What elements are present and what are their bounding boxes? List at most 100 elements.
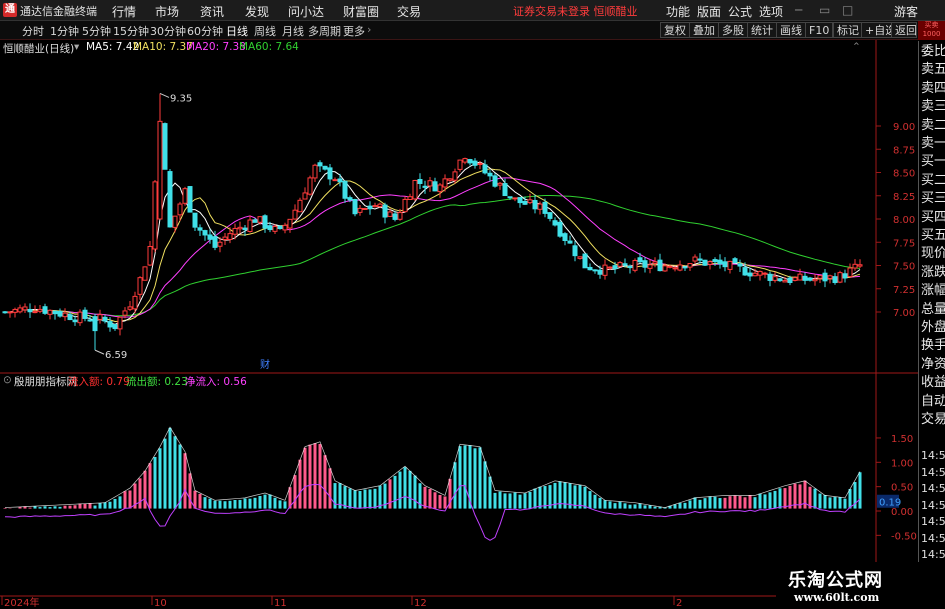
candle-body [512, 197, 518, 200]
menu-gongshi[interactable]: 公式 [728, 3, 752, 20]
side-panel-label[interactable]: 自动 [921, 393, 945, 411]
candle-body [592, 269, 598, 272]
candle-body [157, 120, 163, 220]
fuquan-button[interactable]: 复权 [660, 22, 690, 38]
candle-body [317, 162, 323, 167]
menu-shichang[interactable]: 市场 [155, 3, 179, 20]
chevron-right-icon[interactable]: › [367, 23, 371, 36]
side-panel-label: 卖四 [921, 80, 945, 96]
menu-youke[interactable]: 游客 [894, 3, 918, 20]
candle-body [307, 177, 313, 195]
candle-body [262, 215, 268, 229]
menu-wenxiaoda[interactable]: 问小达 [288, 3, 324, 20]
candle-body [477, 162, 483, 165]
candle-body [577, 256, 583, 259]
restore-icon[interactable]: ▭ [819, 3, 830, 17]
app-title: 通达信金融终端 [20, 5, 97, 18]
f10-button[interactable]: F10 [805, 22, 834, 38]
tab-1min[interactable]: 1分钟 [50, 23, 79, 39]
candle-body [412, 179, 418, 200]
side-panel-label: 卖三 [921, 99, 945, 115]
candle-body [792, 277, 798, 281]
menu-zixun[interactable]: 资讯 [200, 3, 224, 20]
menu-banmian[interactable]: 版面 [697, 3, 721, 20]
menu-jiaoyi[interactable]: 交易 [397, 3, 421, 20]
candle-body [687, 263, 693, 268]
fullscreen-icon[interactable]: □ [842, 3, 853, 17]
candle-body [342, 180, 348, 199]
candle-body [677, 264, 683, 271]
tab-60min[interactable]: 60分钟 [187, 23, 223, 39]
collapse-icon[interactable]: ⌃ [852, 41, 861, 53]
tab-monthly[interactable]: 月线 [282, 23, 304, 39]
candle-body [107, 321, 113, 328]
menu-gongneng[interactable]: 功能 [666, 3, 690, 20]
dropdown-icon[interactable]: ▾ [74, 41, 79, 53]
indicator-dropdown-icon[interactable]: ⊙ [3, 374, 12, 386]
indicator-tick-label: 0.50 [891, 483, 913, 494]
tab-weekly[interactable]: 周线 [254, 23, 276, 39]
candle-body [842, 273, 848, 279]
candle-body [152, 181, 158, 250]
candle-body [837, 272, 843, 283]
candle-body [7, 311, 13, 314]
diejia-button[interactable]: 叠加 [689, 22, 719, 38]
tab-15min[interactable]: 15分钟 [113, 23, 149, 39]
candle-body [67, 314, 73, 321]
price-tick-label: 9.00 [893, 122, 915, 133]
trade-time: 14:56 [921, 482, 945, 495]
candle-body [312, 164, 318, 179]
duogu-button[interactable]: 多股 [718, 22, 748, 38]
candle-body [327, 167, 333, 180]
candle-body [697, 258, 703, 261]
tongji-button[interactable]: 统计 [747, 22, 777, 38]
menu-hangqing[interactable]: 行情 [112, 3, 136, 20]
trade-time: 14:56 [921, 449, 945, 462]
candle-body [542, 201, 548, 214]
tab-daily[interactable]: 日线 [226, 23, 248, 39]
tab-fenshi[interactable]: 分时 [22, 23, 44, 39]
candle-body [417, 179, 423, 184]
candle-body [112, 323, 118, 330]
candle-body [247, 219, 253, 233]
candle-body [167, 171, 173, 228]
candle-body [177, 203, 183, 216]
candle-body [607, 266, 613, 269]
candle-body [857, 264, 863, 267]
high-label: 9.35 [170, 93, 192, 104]
candle-body [532, 199, 538, 210]
tab-5min[interactable]: 5分钟 [82, 23, 111, 39]
finance-marker: 财 [260, 358, 270, 371]
huaxian-button[interactable]: 画线 [776, 22, 806, 38]
biaoji-button[interactable]: 标记 [833, 22, 863, 38]
tab-multi-period[interactable]: 多周期 [308, 23, 341, 39]
candle-body [707, 261, 713, 265]
indicator-tick-label: 1.00 [891, 458, 913, 469]
kline-chart[interactable]: 9.00 8.75 8.50 8.25 8.00 7.75 7.50 7.25 7.00 1.50… [0, 40, 918, 609]
tab-more[interactable]: 更多 [343, 23, 365, 39]
side-panel-label: 买二 [921, 172, 945, 188]
menu-faxian[interactable]: 发现 [245, 3, 269, 20]
minimize-icon[interactable]: ─ [795, 3, 802, 17]
watermark: 乐淘公式网 www.60lt.com [776, 562, 945, 609]
candle-body [722, 261, 728, 268]
price-tick-label: 8.25 [893, 192, 915, 203]
side-panel-label[interactable]: 交易 [921, 411, 945, 429]
back-button[interactable]: 返回 [891, 22, 917, 38]
candle-body [27, 308, 33, 313]
candle-body [222, 236, 228, 241]
candle-body [297, 199, 303, 213]
watermark-title: 乐淘公式网 [788, 570, 883, 591]
candle-body [147, 245, 153, 266]
low-label: 6.59 [105, 350, 127, 361]
candle-body [82, 309, 88, 319]
tab-30min[interactable]: 30分钟 [150, 23, 186, 39]
candle-body [802, 275, 808, 281]
login-status[interactable]: 证券交易未登录 恒顺醋业 [513, 3, 638, 19]
candle-body [752, 272, 758, 277]
menu-xuanxiang[interactable]: 选项 [759, 3, 783, 20]
candle-body [237, 226, 243, 230]
candle-body [517, 197, 523, 204]
menu-caifuquan[interactable]: 财富圈 [343, 3, 379, 20]
trade-time: 14:56 [921, 498, 945, 512]
